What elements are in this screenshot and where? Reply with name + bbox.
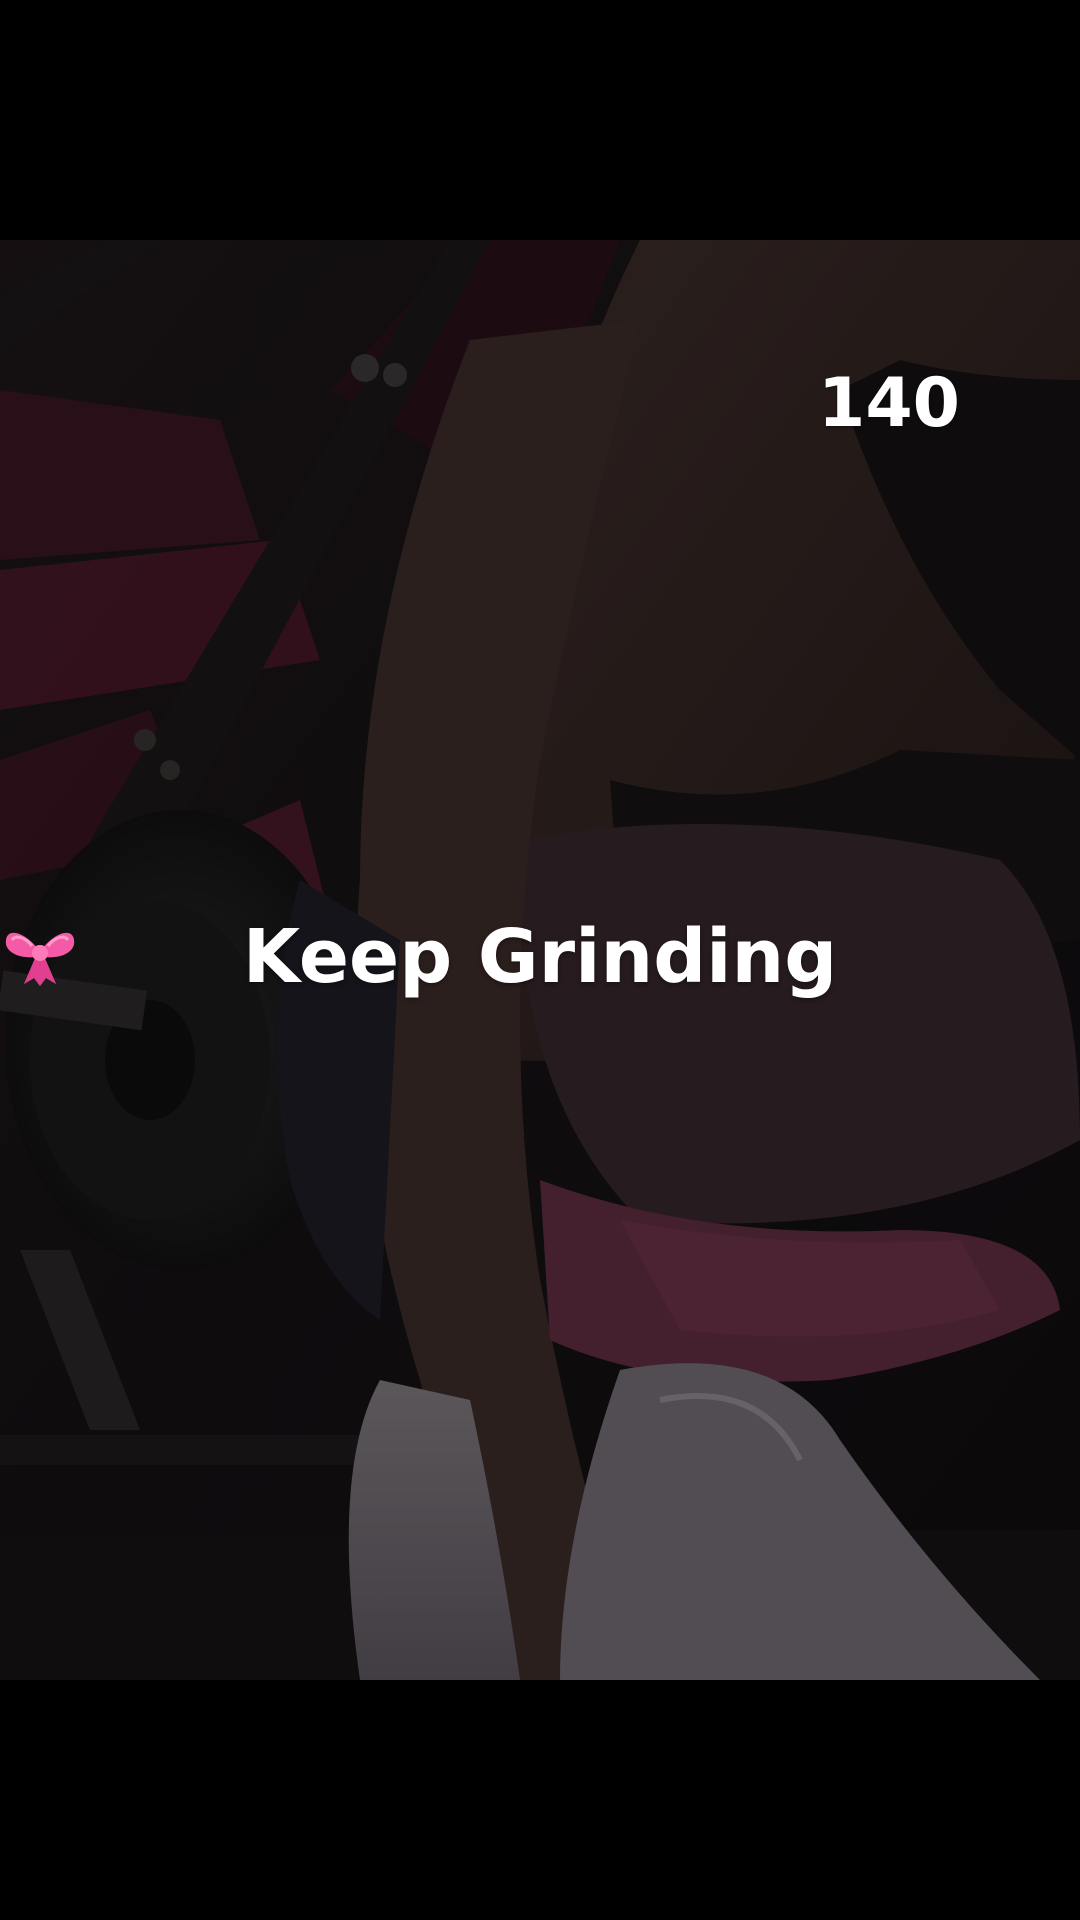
video-frame[interactable]: 140 Keep Grinding bbox=[0, 240, 1080, 1680]
caption-text: Keep Grinding bbox=[242, 914, 838, 1000]
pink-bow-icon bbox=[5, 922, 931, 992]
video-screen[interactable]: 140 Keep Grinding bbox=[0, 0, 1080, 1920]
letterbox-top bbox=[0, 0, 1080, 240]
letterbox-bottom bbox=[0, 1680, 1080, 1920]
pink-bow-icon bbox=[5, 922, 229, 992]
counter-value: 140 bbox=[818, 364, 960, 443]
caption-overlay: Keep Grinding bbox=[0, 920, 1080, 994]
